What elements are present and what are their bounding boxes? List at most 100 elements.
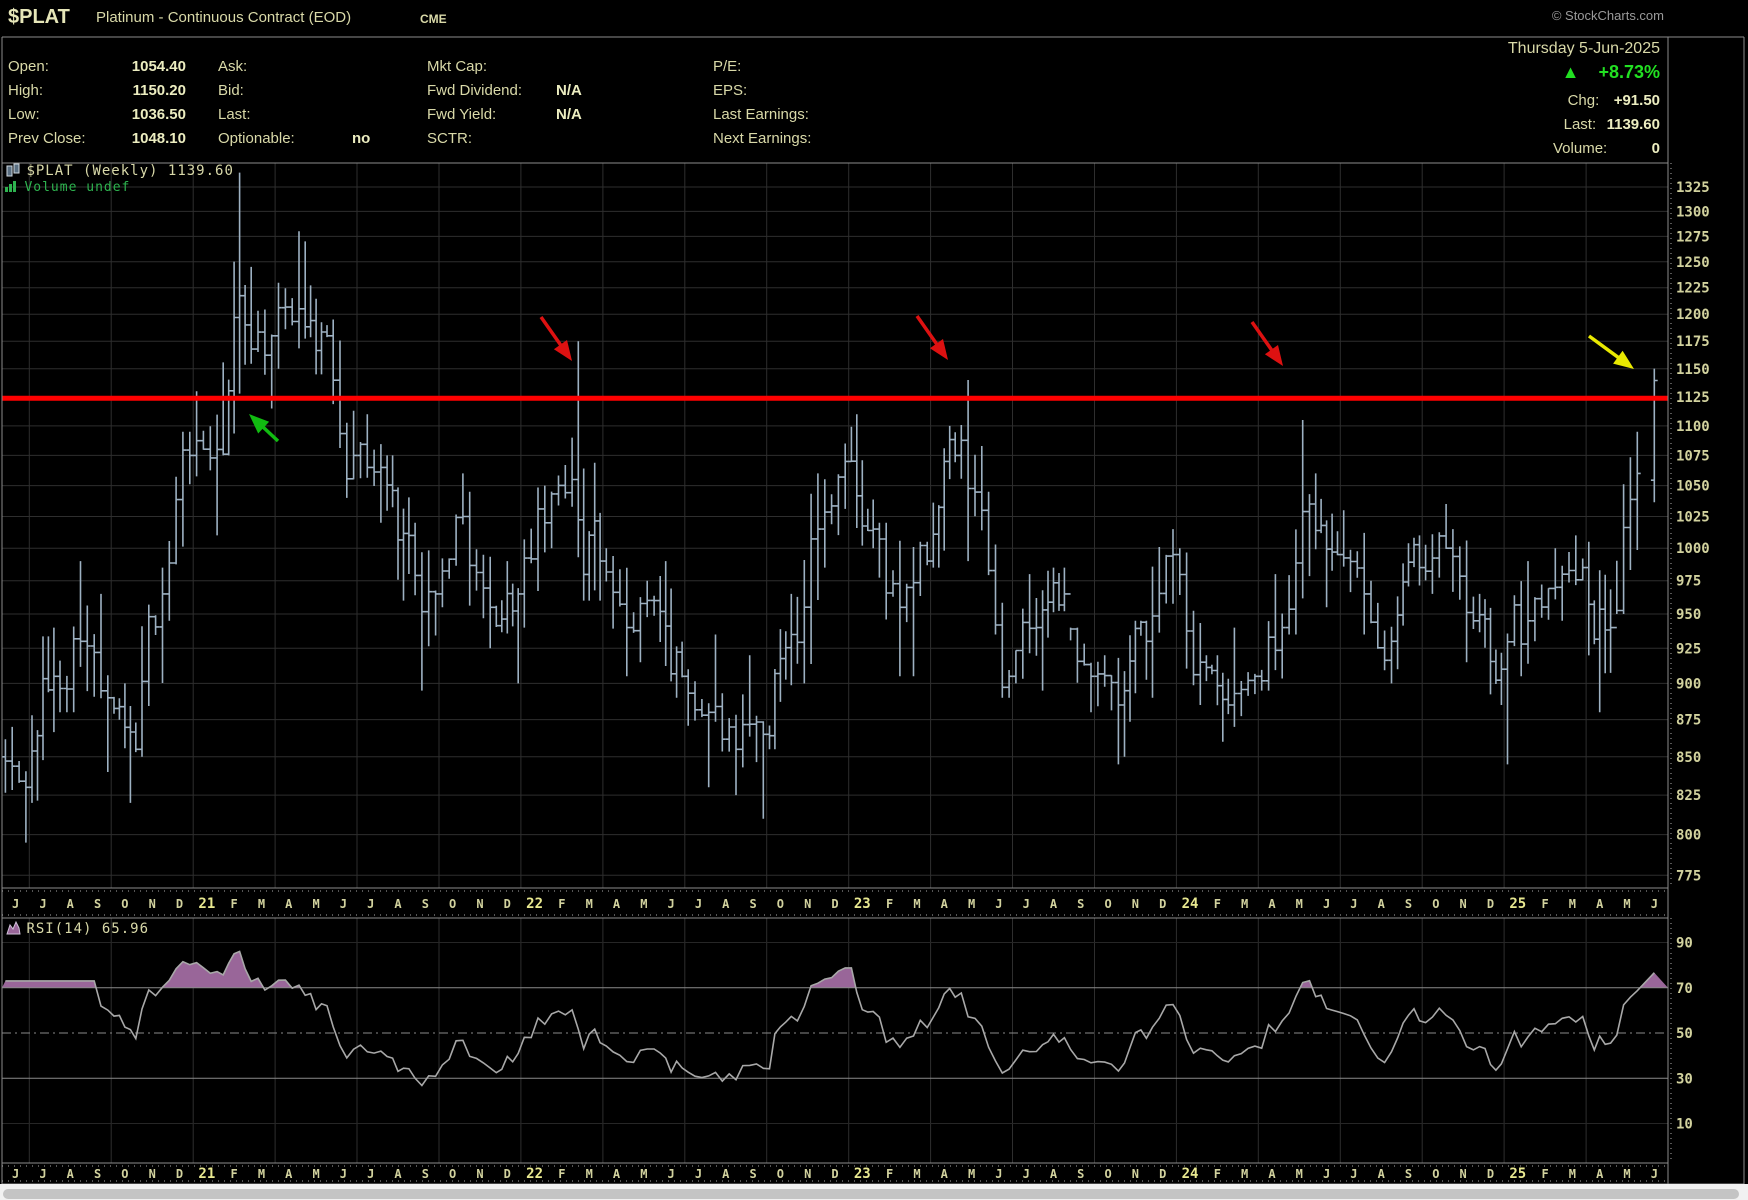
date-axis-label: D xyxy=(1159,897,1166,911)
price-axis-label: 800 xyxy=(1676,828,1701,844)
rsi-date-axis-label: J xyxy=(668,1167,675,1181)
rsi-legend-label: RSI(14) 65.96 xyxy=(26,921,150,937)
yellow-breakout-arrow-head xyxy=(1613,350,1634,369)
date-axis-label: J xyxy=(668,897,675,911)
date-axis-label: M xyxy=(586,897,593,911)
rsi-axis-label: 90 xyxy=(1676,936,1693,952)
rsi-area-icon xyxy=(6,921,21,935)
rsi-date-axis-label: D xyxy=(176,1167,183,1181)
rsi-date-axis-label: J xyxy=(1651,1167,1658,1181)
price-axis-label: 1175 xyxy=(1676,334,1710,350)
date-axis-label: 21 xyxy=(198,896,215,912)
date-axis-label: A xyxy=(1268,897,1276,911)
date-axis-label: J xyxy=(367,897,374,911)
date-axis-label: J xyxy=(340,897,347,911)
price-axis-label: 1150 xyxy=(1676,362,1710,378)
rsi-date-axis-label: N xyxy=(1460,1167,1467,1181)
chart-canvas: 7758008258508759009259509751000102510501… xyxy=(1,36,1745,1185)
price-axis-label: 1050 xyxy=(1676,479,1710,495)
date-axis-label: M xyxy=(258,897,265,911)
rsi-date-axis-label: D xyxy=(504,1167,511,1181)
date-axis-label: M xyxy=(1623,897,1630,911)
date-axis-label: J xyxy=(995,897,1002,911)
rsi-axis-label: 30 xyxy=(1676,1071,1693,1087)
date-axis-label: D xyxy=(831,897,838,911)
volume-bars-icon xyxy=(5,181,16,192)
rsi-date-axis-label: F xyxy=(231,1167,238,1181)
rsi-date-axis-label: M xyxy=(258,1167,265,1181)
rsi-date-axis-label: A xyxy=(722,1167,730,1181)
price-axis-label: 900 xyxy=(1676,676,1701,692)
date-axis-label: J xyxy=(1323,897,1330,911)
rsi-date-axis-label: J xyxy=(340,1167,347,1181)
rsi-axis-label: 50 xyxy=(1676,1026,1693,1042)
date-axis-label: O xyxy=(121,897,128,911)
date-axis-label: F xyxy=(558,897,565,911)
rsi-date-axis-label: D xyxy=(831,1167,838,1181)
rsi-date-axis-label: S xyxy=(749,1167,756,1181)
stockcharts-chart-image: $PLAT Platinum - Continuous Contract (EO… xyxy=(0,0,1748,1200)
date-axis-label: S xyxy=(422,897,429,911)
rsi-date-axis-label: M xyxy=(1623,1167,1630,1181)
rsi-date-axis-label: F xyxy=(1214,1167,1221,1181)
rsi-date-axis-label: N xyxy=(1132,1167,1139,1181)
rsi-date-axis-label: M xyxy=(640,1167,647,1181)
rsi-date-axis-label: A xyxy=(285,1167,293,1181)
rsi-date-axis-label: A xyxy=(941,1167,949,1181)
price-axis-label: 1125 xyxy=(1676,390,1710,406)
rsi-date-axis-label: A xyxy=(1050,1167,1058,1181)
price-axis-label: 1200 xyxy=(1676,307,1710,323)
rsi-date-axis-label: D xyxy=(1487,1167,1494,1181)
rsi-date-axis-label: 23 xyxy=(854,1166,871,1182)
rsi-date-axis-label: M xyxy=(312,1167,319,1181)
rsi-axis-label: 10 xyxy=(1676,1117,1693,1133)
rsi-date-axis-label: J xyxy=(995,1167,1002,1181)
rsi-date-axis-label: A xyxy=(1378,1167,1386,1181)
rsi-date-axis-label: A xyxy=(394,1167,402,1181)
date-axis-label: A xyxy=(285,897,293,911)
date-axis-label: A xyxy=(941,897,949,911)
date-axis-label: M xyxy=(1241,897,1248,911)
date-axis-label: D xyxy=(176,897,183,911)
price-axis-label: 1225 xyxy=(1676,281,1710,297)
price-ohlc-bars xyxy=(2,172,1658,843)
price-axis-label: 850 xyxy=(1676,750,1701,766)
rsi-date-axis-label: 21 xyxy=(198,1166,215,1182)
price-axis-label: 1025 xyxy=(1676,509,1710,525)
volume-legend: Volume undef xyxy=(4,179,130,198)
date-axis-label: A xyxy=(1596,897,1604,911)
date-axis-label: F xyxy=(1541,897,1548,911)
date-axis-label: M xyxy=(640,897,647,911)
price-axis-label: 875 xyxy=(1676,713,1701,729)
price-axis-label: 1275 xyxy=(1676,229,1710,245)
date-axis-label: 24 xyxy=(1182,896,1199,912)
rsi-date-axis-label: N xyxy=(476,1167,483,1181)
rsi-date-axis-label: J xyxy=(1350,1167,1357,1181)
rsi-date-axis-label: F xyxy=(1541,1167,1548,1181)
date-axis-label: J xyxy=(39,897,46,911)
date-axis-label: D xyxy=(504,897,511,911)
rsi-date-axis-label: 25 xyxy=(1509,1166,1526,1182)
price-axis-label: 1325 xyxy=(1676,180,1710,196)
rsi-axis-label: 70 xyxy=(1676,981,1693,997)
rsi-date-axis-label: N xyxy=(149,1167,156,1181)
scrollbar-thumb[interactable] xyxy=(3,1189,1739,1199)
price-axis-label: 1000 xyxy=(1676,541,1710,557)
date-axis-label: D xyxy=(1487,897,1494,911)
ohlc-chart-icon xyxy=(6,163,20,177)
rsi-date-axis-label: J xyxy=(12,1167,19,1181)
rsi-date-axis-label: O xyxy=(121,1167,128,1181)
rsi-date-axis-label: A xyxy=(67,1167,75,1181)
rsi-date-axis-label: N xyxy=(804,1167,811,1181)
date-axis-label: M xyxy=(968,897,975,911)
date-axis-label: M xyxy=(312,897,319,911)
date-axis-label: 23 xyxy=(854,896,871,912)
rsi-date-axis-label: M xyxy=(1569,1167,1576,1181)
date-axis-label: S xyxy=(1077,897,1084,911)
rsi-line xyxy=(5,950,1655,1087)
price-axis-label: 1100 xyxy=(1676,419,1710,435)
date-axis-label: F xyxy=(1214,897,1221,911)
date-axis-label: A xyxy=(1378,897,1386,911)
date-axis-label: A xyxy=(722,897,730,911)
date-axis-label: A xyxy=(1050,897,1058,911)
